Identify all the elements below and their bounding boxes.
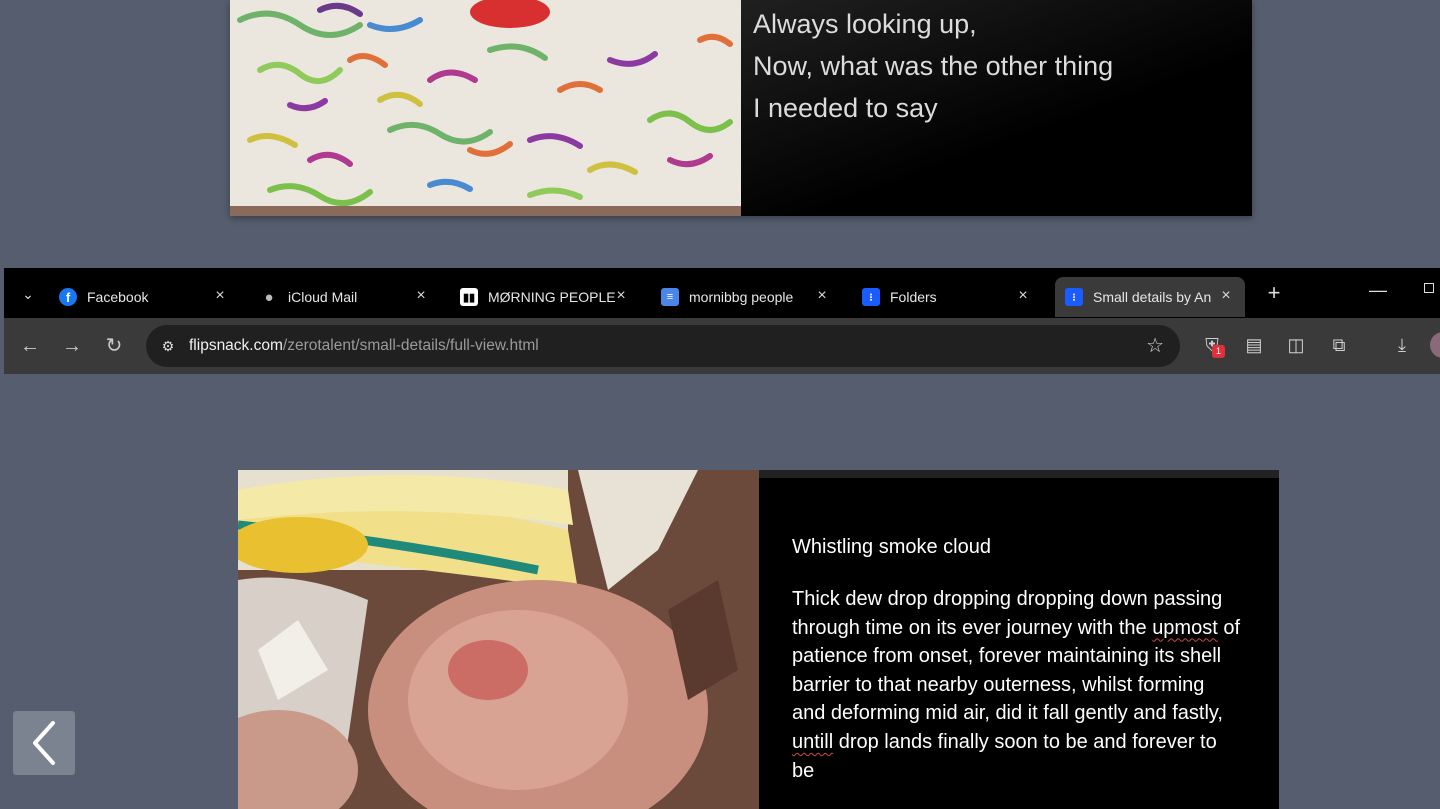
new-tab-icon[interactable]: + <box>1262 281 1286 305</box>
reader-extension-icon[interactable]: ◫ <box>1284 333 1308 357</box>
tab-title: Small details by An <box>1093 289 1212 305</box>
back-icon[interactable]: ← <box>18 334 42 358</box>
poem-page-bottom: Whistling smoke cloud Thick dew drop dro… <box>759 470 1279 809</box>
tab-title: mornibbg people <box>689 289 794 305</box>
close-icon[interactable]: × <box>1217 287 1235 305</box>
tab-small-details[interactable]: ⁝ Small details by An × <box>1055 277 1245 317</box>
url-text[interactable]: flipsnack.com/zerotalent/small-details/f… <box>189 337 539 355</box>
tab-title: Folders <box>890 289 937 305</box>
docs-icon: ≡ <box>661 288 679 306</box>
browser-window: ⌄ f Facebook × ● iCloud Mail × ▮▮ MØRNIN… <box>4 268 1440 374</box>
poem-line: Always looking up, <box>753 9 977 39</box>
tab-folders[interactable]: ⁝ Folders × <box>852 277 1042 317</box>
close-icon[interactable]: × <box>1014 287 1032 305</box>
misspelled-word: upmost <box>1152 616 1218 639</box>
close-icon[interactable]: × <box>813 287 831 305</box>
apple-icon: ● <box>264 288 274 306</box>
flipsnack-icon: ⁝ <box>862 288 880 306</box>
facebook-icon: f <box>59 288 77 306</box>
bookmark-star-icon[interactable]: ☆ <box>1146 335 1164 357</box>
flipbook-spread-top: Always looking up, Now, what was the oth… <box>230 0 1252 216</box>
close-icon[interactable]: × <box>612 287 630 305</box>
url-host: flipsnack.com <box>189 337 283 354</box>
flipbook-spread-bottom: Whistling smoke cloud Thick dew drop dro… <box>238 470 1279 809</box>
viewer-top-area: Always looking up, Now, what was the oth… <box>0 0 1440 268</box>
reload-icon[interactable]: ↻ <box>102 334 126 358</box>
extension-badge: 1 <box>1212 345 1225 358</box>
site-settings-icon[interactable]: ⚙ <box>158 336 178 356</box>
poem-line: I needed to say <box>753 93 938 123</box>
tab-facebook[interactable]: f Facebook × <box>49 277 239 317</box>
chevron-left-icon <box>33 721 55 765</box>
forward-icon[interactable]: → <box>60 334 84 358</box>
food-photo <box>238 470 759 809</box>
close-icon[interactable]: × <box>211 287 229 305</box>
extension-shield-icon[interactable]: ⛨ 1 <box>1200 333 1225 358</box>
tab-title: MØRNING PEOPLE <box>488 289 616 305</box>
tab-icloud-mail[interactable]: ● iCloud Mail × <box>250 277 440 317</box>
close-icon[interactable]: × <box>412 287 430 305</box>
misspelled-word: untill <box>792 730 834 753</box>
poem-body: Thick dew drop dropping dropping down pa… <box>792 585 1243 785</box>
tab-title: iCloud Mail <box>288 289 358 305</box>
morning-people-icon: ▮▮ <box>460 288 478 306</box>
tab-mornibbg-people[interactable]: ≡ mornibbg people × <box>651 277 841 317</box>
flipsnack-icon: ⁝ <box>1065 288 1083 306</box>
browser-toolbar: ← → ↻ ⚙ flipsnack.com/zerotalent/small-d… <box>4 318 1440 374</box>
minimize-icon[interactable]: — <box>1368 280 1388 301</box>
poem-text: drop lands finally soon to be and foreve… <box>792 730 1217 782</box>
profile-avatar[interactable] <box>1430 332 1440 358</box>
extensions-puzzle-icon[interactable]: ⧉ <box>1327 333 1351 357</box>
address-bar[interactable]: ⚙ flipsnack.com/zerotalent/small-details… <box>146 325 1180 367</box>
tab-search-chevron-icon[interactable]: ⌄ <box>18 284 38 304</box>
tab-strip: ⌄ f Facebook × ● iCloud Mail × ▮▮ MØRNIN… <box>4 268 1440 318</box>
poem-line: Now, what was the other thing <box>753 51 1114 81</box>
restore-icon[interactable] <box>1424 283 1434 293</box>
crayon-drawing-photo <box>230 0 741 216</box>
previous-page-button[interactable] <box>13 711 75 775</box>
poem-page-top: Always looking up, Now, what was the oth… <box>741 0 1252 216</box>
tab-title: Facebook <box>87 289 149 305</box>
poem-title: Whistling smoke cloud <box>792 536 991 558</box>
download-icon[interactable]: ⤓ <box>1390 333 1414 357</box>
document-extension-icon[interactable]: ▤ <box>1242 333 1266 357</box>
url-path: /zerotalent/small-details/full-view.html <box>282 337 539 354</box>
tab-morning-people[interactable]: ▮▮ MØRNING PEOPLE × <box>450 277 640 317</box>
